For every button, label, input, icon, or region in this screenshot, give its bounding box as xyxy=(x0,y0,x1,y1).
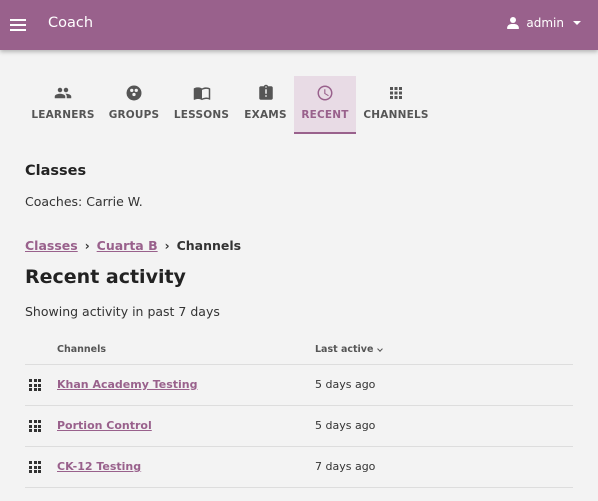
table-row: Khan Academy Testing 5 days ago xyxy=(25,365,573,406)
tab-exams[interactable]: EXAMS xyxy=(237,76,294,134)
table-row: Portion Control 5 days ago xyxy=(25,406,573,447)
channel-grid-icon xyxy=(29,379,41,391)
breadcrumb-current: Channels xyxy=(176,238,242,253)
column-header-channels: Channels xyxy=(57,344,107,355)
book-icon xyxy=(193,84,211,102)
people-icon xyxy=(54,84,72,102)
breadcrumb-link-classes[interactable]: Classes xyxy=(25,238,78,253)
last-active-value: 5 days ago xyxy=(315,378,376,391)
channel-link[interactable]: CK-12 Testing xyxy=(57,460,141,473)
channel-link[interactable]: Portion Control xyxy=(57,419,152,432)
page-title: Recent activity xyxy=(25,266,186,288)
classes-heading: Classes xyxy=(25,163,87,179)
coach-nav-tabs: LEARNERS GROUPS LESSONS EXAMS RECENT CHA… xyxy=(24,76,436,134)
breadcrumb: Classes › Cuarta B › Channels xyxy=(25,238,241,253)
coaches-text: Coaches: Carrie W. xyxy=(25,194,143,209)
tab-label: GROUPS xyxy=(108,109,160,121)
app-bar: Coach admin xyxy=(0,0,598,50)
breadcrumb-link-class[interactable]: Cuarta B xyxy=(97,238,158,253)
tab-groups[interactable]: GROUPS xyxy=(102,76,166,134)
hamburger-menu-icon[interactable] xyxy=(9,16,27,34)
page-subtitle: Showing activity in past 7 days xyxy=(25,304,220,319)
channels-table: Channels Last active Khan Academy Testin… xyxy=(25,340,573,488)
table-row: CK-12 Testing 7 days ago xyxy=(25,447,573,488)
table-header: Channels Last active xyxy=(25,340,573,365)
breadcrumb-separator: › xyxy=(164,238,170,253)
channel-link[interactable]: Khan Academy Testing xyxy=(57,378,197,391)
column-header-last-active[interactable]: Last active xyxy=(315,344,384,355)
sort-descending-icon xyxy=(377,345,384,352)
breadcrumb-separator: › xyxy=(84,238,90,253)
exam-icon xyxy=(257,84,275,102)
column-header-label: Last active xyxy=(315,344,374,355)
channel-grid-icon xyxy=(29,420,41,432)
tab-label: LESSONS xyxy=(173,109,230,121)
user-menu-button[interactable]: admin xyxy=(506,16,581,30)
tab-label: EXAMS xyxy=(244,109,287,121)
groups-icon xyxy=(125,84,143,102)
tab-learners[interactable]: LEARNERS xyxy=(24,76,102,134)
last-active-value: 5 days ago xyxy=(315,419,376,432)
last-active-value: 7 days ago xyxy=(315,460,376,473)
tab-recent[interactable]: RECENT xyxy=(294,76,356,134)
tab-label: CHANNELS xyxy=(363,109,429,121)
tab-label: RECENT xyxy=(301,109,349,121)
clock-icon xyxy=(316,84,334,102)
app-title: Coach xyxy=(48,15,94,31)
tab-channels[interactable]: CHANNELS xyxy=(356,76,436,134)
channel-grid-icon xyxy=(29,461,41,473)
person-icon xyxy=(506,16,520,30)
tab-label: LEARNERS xyxy=(31,109,95,121)
tab-lessons[interactable]: LESSONS xyxy=(166,76,237,134)
apps-grid-icon xyxy=(387,84,405,102)
user-name: admin xyxy=(526,16,564,30)
dropdown-caret-icon xyxy=(573,21,581,25)
